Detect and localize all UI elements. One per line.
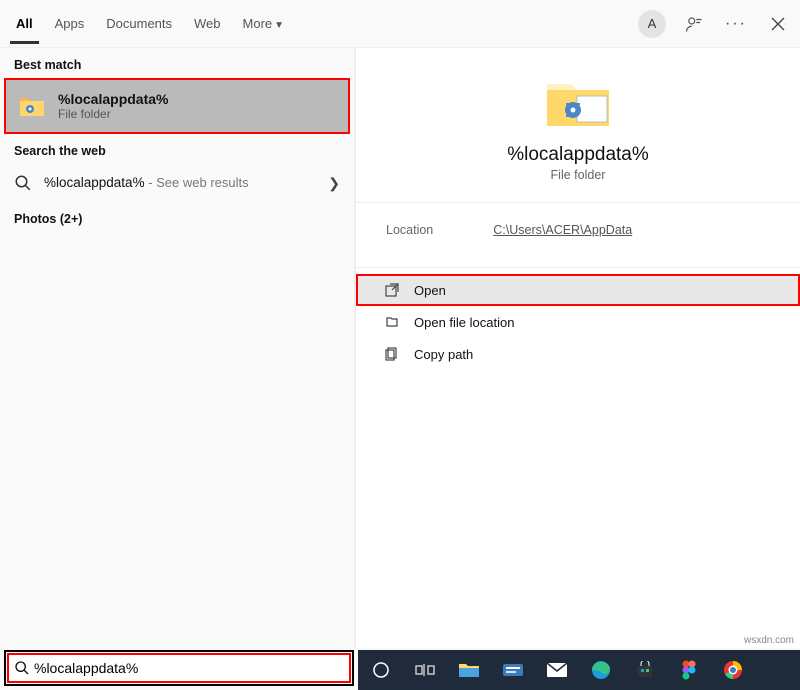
tab-documents[interactable]: Documents — [98, 6, 180, 41]
action-copy-path-label: Copy path — [414, 347, 473, 362]
copy-icon — [384, 346, 400, 362]
close-icon[interactable] — [764, 10, 792, 38]
top-tab-bar: All Apps Documents Web More▼ A ··· — [0, 0, 800, 48]
web-suffix: - See web results — [145, 175, 249, 190]
folder-large-icon — [543, 76, 613, 130]
taskbar-explorer-icon[interactable] — [456, 657, 482, 683]
taskbar-taskview-icon[interactable] — [412, 657, 438, 683]
folder-icon — [18, 92, 46, 120]
location-value[interactable]: C:\Users\ACER\AppData — [493, 223, 632, 237]
result-type: File folder — [58, 107, 336, 121]
search-input[interactable] — [30, 660, 344, 676]
results-panel: Best match %localappdata% File folder Se… — [0, 48, 355, 648]
search-icon — [14, 174, 32, 192]
more-options-icon[interactable]: ··· — [722, 10, 750, 38]
tab-web[interactable]: Web — [186, 6, 229, 41]
best-match-result[interactable]: %localappdata% File folder — [4, 78, 350, 134]
chevron-right-icon: ❯ — [328, 175, 340, 192]
taskbar — [358, 650, 800, 690]
taskbar-edge-icon[interactable] — [588, 657, 614, 683]
tab-apps[interactable]: Apps — [47, 6, 93, 41]
action-open-location-label: Open file location — [414, 315, 514, 330]
tab-more[interactable]: More▼ — [235, 6, 293, 41]
action-open-label: Open — [414, 283, 446, 298]
open-location-icon — [384, 314, 400, 330]
search-bar[interactable] — [4, 650, 354, 686]
preview-subtitle: File folder — [551, 168, 606, 182]
location-label: Location — [386, 223, 433, 237]
detail-location: Location C:\Users\ACER\AppData — [356, 203, 800, 268]
action-list: Open Open file location Copy path — [356, 268, 800, 370]
tab-row: All Apps Documents Web More▼ — [8, 6, 292, 41]
search-icon — [14, 660, 30, 676]
action-copy-path[interactable]: Copy path — [356, 338, 800, 370]
result-name: %localappdata% — [58, 91, 336, 107]
taskbar-figma-icon[interactable] — [676, 657, 702, 683]
taskbar-app-blue-icon[interactable] — [500, 657, 526, 683]
user-avatar[interactable]: A — [638, 10, 666, 38]
action-open[interactable]: Open — [356, 274, 800, 306]
section-best-match: Best match — [0, 48, 354, 78]
open-icon — [384, 282, 400, 298]
watermark: wsxdn.com — [744, 635, 794, 646]
web-result[interactable]: %localappdata% - See web results ❯ — [0, 164, 354, 202]
feedback-icon[interactable] — [680, 10, 708, 38]
section-search-web: Search the web — [0, 134, 354, 164]
section-photos: Photos (2+) — [0, 202, 354, 232]
tab-all[interactable]: All — [8, 6, 41, 41]
chevron-down-icon: ▼ — [274, 20, 284, 31]
action-open-location[interactable]: Open file location — [356, 306, 800, 338]
taskbar-chrome-icon[interactable] — [720, 657, 746, 683]
web-term: %localappdata% — [44, 175, 145, 190]
taskbar-mail-icon[interactable] — [544, 657, 570, 683]
preview-title: %localappdata% — [507, 144, 649, 166]
taskbar-store-icon[interactable] — [632, 657, 658, 683]
taskbar-cortana-icon[interactable] — [368, 657, 394, 683]
preview-panel: %localappdata% File folder Location C:\U… — [355, 48, 800, 648]
